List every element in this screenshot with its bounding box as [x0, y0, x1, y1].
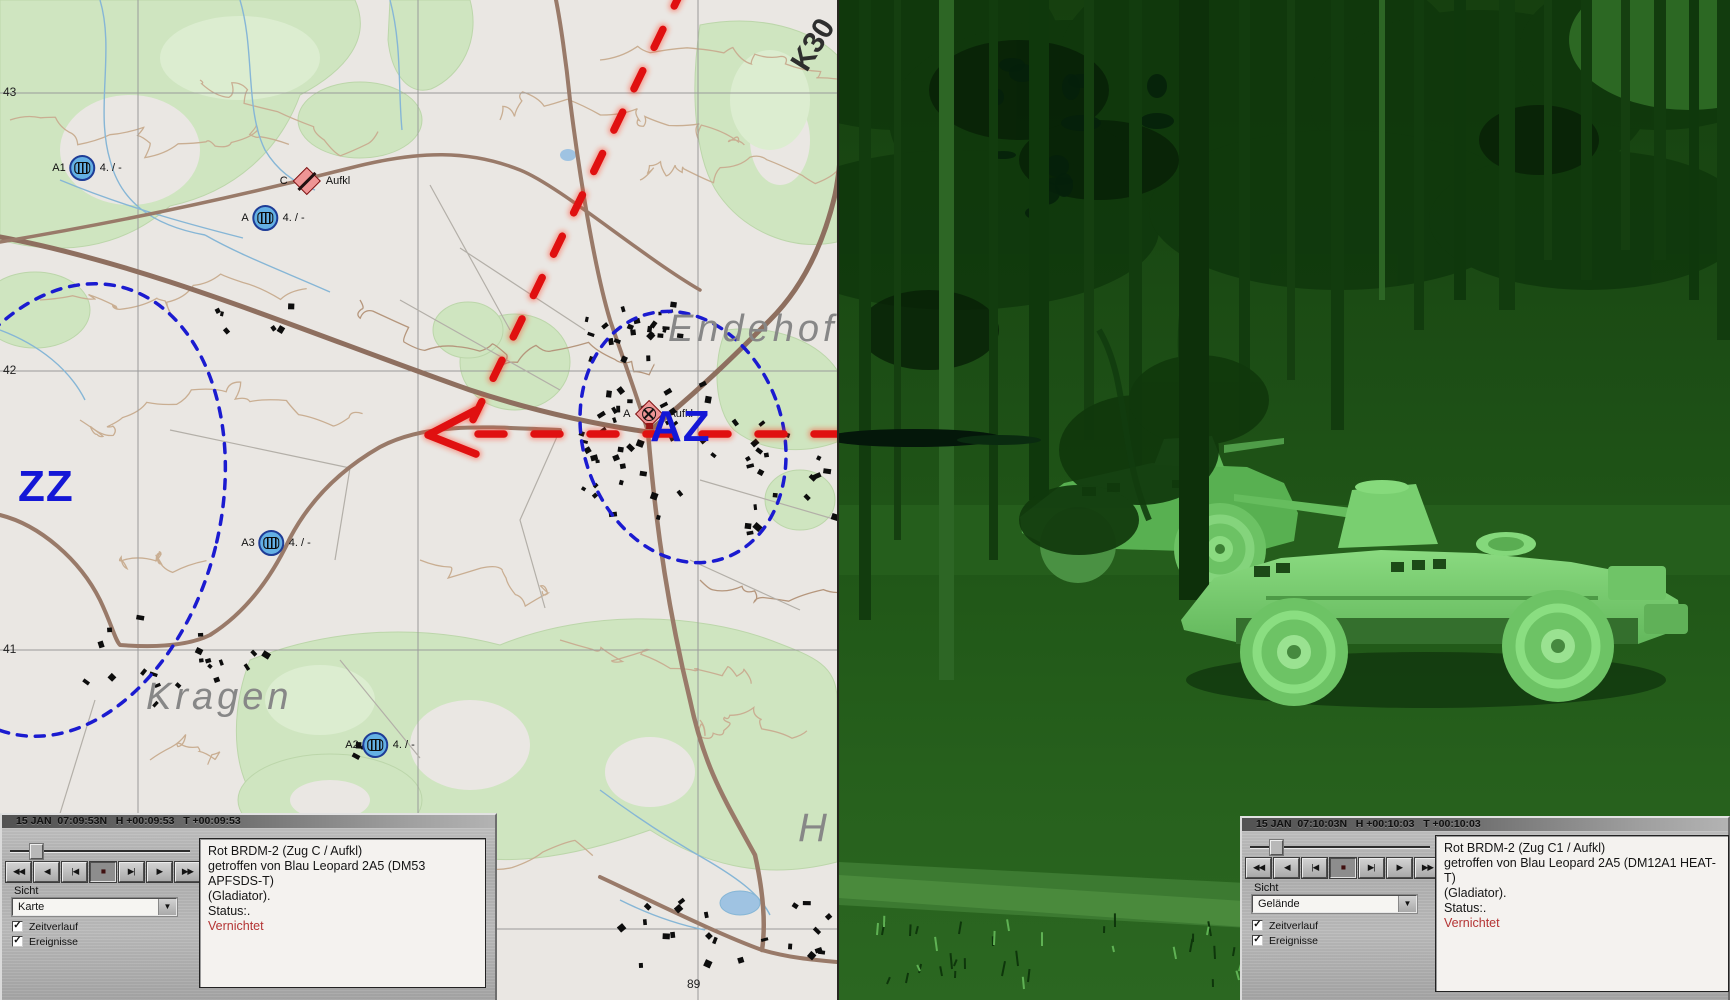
playback-rewind-button[interactable]: ◀◀: [1246, 858, 1271, 878]
armor-symbol-icon: [75, 162, 91, 174]
unit-label-right: 4. / -: [100, 162, 122, 174]
playback-skip-start-button[interactable]: |◀: [62, 862, 87, 882]
checkbox-label: Zeitverlauf: [1269, 920, 1318, 932]
unit-label-right: 4. / -: [283, 212, 305, 224]
enemy-unit-C[interactable]: C Aufkl: [280, 166, 350, 196]
chevron-down-icon[interactable]: ▼: [1398, 896, 1416, 912]
checkbox-ereignisse[interactable]: ✓: [12, 936, 23, 947]
grid-label-41: 41: [3, 642, 16, 656]
checkbox-label: Ereignisse: [29, 936, 78, 948]
event-log: Rot BRDM-2 (Zug C / Aufkl)getroffen von …: [199, 838, 486, 988]
playback-step-back-button[interactable]: ◀: [34, 862, 59, 882]
event-text: Rot BRDM-2 (Zug C1 / Aufkl)getroffen von…: [1444, 841, 1720, 916]
armor-symbol-icon: [258, 212, 274, 224]
unit-label-right: Aufkl: [326, 175, 350, 187]
checkbox-ereignisse[interactable]: ✓: [1252, 935, 1263, 946]
friendly-unit-icon: [70, 155, 96, 181]
view-dropdown[interactable]: Gelände ▼: [1252, 895, 1417, 913]
playback-stop-button[interactable]: ■: [1330, 858, 1355, 878]
friendly-unit-A1[interactable]: A1 4. / -: [52, 155, 121, 181]
slider-thumb[interactable]: [1270, 840, 1283, 855]
checkbox-zeitverlauf[interactable]: ✓: [1252, 920, 1263, 931]
town-label-kragen: Kragen: [146, 676, 293, 719]
event-log-line: Status:.: [1444, 901, 1720, 916]
view-dropdown-value: Gelände: [1253, 896, 1398, 912]
zone-label-zz: ZZ: [18, 462, 74, 512]
view-select-label: Sicht: [14, 885, 38, 897]
event-log-line: (Gladiator).: [1444, 886, 1720, 901]
control-panel-right: 15 JAN 07:10:03N H +00:10:03 T +00:10:03…: [1240, 816, 1730, 1000]
playback-step-back-button[interactable]: ◀: [1274, 858, 1299, 878]
armor-symbol-icon: [264, 537, 280, 549]
friendly-unit-A[interactable]: A 4. / -: [241, 205, 304, 231]
unit-label-right: 4. / -: [289, 537, 311, 549]
armor-symbol-icon: [368, 739, 384, 751]
friendly-unit-A2[interactable]: A2 4. / -: [345, 732, 414, 758]
simulation-screen: 43 42 41 89 Endehof Kragen H K30 ZZ AZ A1 4. / - A 4.…: [0, 0, 1730, 1000]
event-text: Rot BRDM-2 (Zug C / Aufkl)getroffen von …: [208, 844, 477, 919]
status-value: Vernichtet: [208, 919, 477, 934]
town-label-h: H: [798, 806, 831, 851]
checkbox-row-ereignisse: ✓ Ereignisse: [12, 934, 78, 949]
big-tree-trunk: [1179, 0, 1209, 600]
playback-controls: ◀◀◀|◀■▶|▶▶▶: [1246, 858, 1440, 878]
view-dropdown[interactable]: Karte ▼: [12, 898, 177, 916]
timestamp-bar: 15 JAN 07:10:03N H +00:10:03 T +00:10:03: [1242, 818, 1728, 831]
playback-skip-end-button[interactable]: ▶|: [1359, 858, 1384, 878]
status-value: Vernichtet: [1444, 916, 1720, 931]
dark-streak-2: [957, 435, 1041, 445]
unit-label-left: A3: [241, 537, 254, 549]
grid-label-89: 89: [687, 977, 700, 991]
control-panel-left: 15 JAN 07:09:53N H +00:09:53 T +00:09:53…: [0, 813, 497, 1000]
friendly-unit-icon: [253, 205, 279, 231]
grid-label-42: 42: [3, 363, 16, 377]
timeline-slider[interactable]: [1250, 840, 1430, 856]
unit-label-left: A: [241, 212, 248, 224]
zone-label-az: AZ: [650, 402, 711, 452]
friendly-unit-A3[interactable]: A3 4. / -: [241, 530, 310, 556]
friendly-unit-icon: [363, 732, 389, 758]
playback-skip-start-button[interactable]: |◀: [1302, 858, 1327, 878]
unit-label-left: A: [623, 408, 630, 420]
event-log-line: Rot BRDM-2 (Zug C1 / Aufkl): [1444, 841, 1720, 856]
event-log-line: Rot BRDM-2 (Zug C / Aufkl): [208, 844, 477, 859]
timeline-slider[interactable]: [10, 844, 190, 860]
playback-skip-end-button[interactable]: ▶|: [119, 862, 144, 882]
slider-thumb[interactable]: [30, 844, 43, 859]
unit-label-left: C: [280, 175, 288, 187]
town-label-endehof: Endehof: [668, 308, 837, 351]
timestamp-bar: 15 JAN 07:09:53N H +00:09:53 T +00:09:53: [2, 815, 495, 828]
event-log-line: getroffen von Blau Leopard 2A5 (DM53: [208, 859, 477, 874]
event-log-line: APFSDS-T): [208, 874, 477, 889]
grid-label-43: 43: [3, 85, 16, 99]
friendly-unit-icon: [259, 530, 285, 556]
checkbox-row-zeitverlauf: ✓ Zeitverlauf: [1252, 918, 1318, 933]
playback-play-button[interactable]: ▶: [1387, 858, 1412, 878]
checkbox-label: Ereignisse: [1269, 935, 1318, 947]
playback-stop-button[interactable]: ■: [90, 862, 115, 882]
checkbox-row-zeitverlauf: ✓ Zeitverlauf: [12, 919, 78, 934]
playback-controls: ◀◀◀|◀■▶|▶▶▶: [6, 862, 200, 882]
view-select-label: Sicht: [1254, 882, 1278, 894]
checkbox-label: Zeitverlauf: [29, 921, 78, 933]
view-dropdown-value: Karte: [13, 899, 158, 915]
event-log: Rot BRDM-2 (Zug C1 / Aufkl)getroffen von…: [1435, 835, 1729, 992]
option-checkboxes: ✓ Zeitverlauf ✓ Ereignisse: [1252, 918, 1318, 948]
playback-play-button[interactable]: ▶: [147, 862, 172, 882]
event-log-line: Status:.: [208, 904, 477, 919]
chevron-down-icon[interactable]: ▼: [158, 899, 176, 915]
unit-label-right: 4. / -: [393, 739, 415, 751]
road-label-k30: K30: [785, 13, 837, 78]
enemy-unit-icon: [292, 166, 322, 196]
checkbox-row-ereignisse: ✓ Ereignisse: [1252, 933, 1318, 948]
checkbox-zeitverlauf[interactable]: ✓: [12, 921, 23, 932]
event-log-line: (Gladiator).: [208, 889, 477, 904]
event-log-line: getroffen von Blau Leopard 2A5 (DM12A1 H…: [1444, 856, 1720, 886]
playback-rewind-button[interactable]: ◀◀: [6, 862, 31, 882]
unit-label-left: A1: [52, 162, 65, 174]
playback-fast-forward-button[interactable]: ▶▶: [175, 862, 200, 882]
unit-label-left: A2: [345, 739, 358, 751]
option-checkboxes: ✓ Zeitverlauf ✓ Ereignisse: [12, 919, 78, 949]
